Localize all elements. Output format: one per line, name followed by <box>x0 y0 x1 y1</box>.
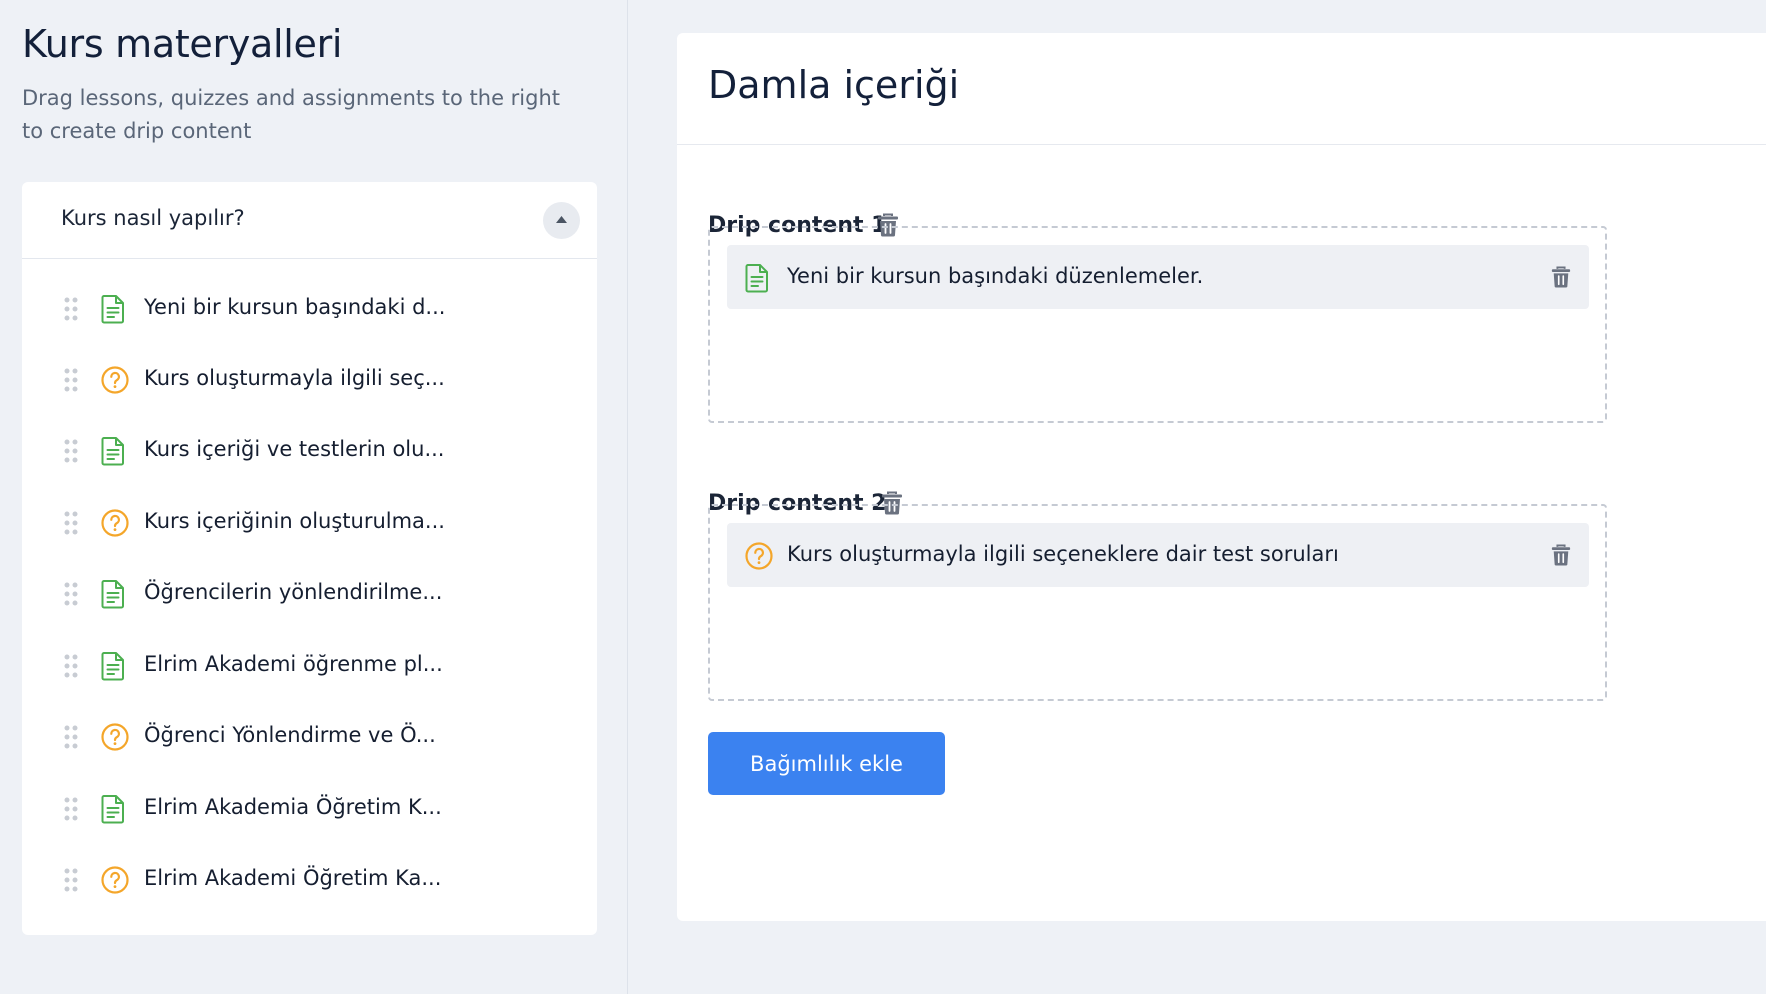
drag-handle-icon[interactable] <box>64 868 78 896</box>
trash-icon[interactable] <box>1551 266 1571 292</box>
collapse-button[interactable] <box>543 202 580 239</box>
lesson-label: Kurs oluşturmayla ilgili seç... <box>144 366 445 390</box>
document-icon <box>100 794 126 828</box>
list-item[interactable]: Elrim Akademi Öğretim Ka... <box>22 850 597 910</box>
question-circle-icon <box>100 722 130 756</box>
lesson-label: Elrim Akademi öğrenme pl... <box>144 652 443 676</box>
panel-title: Kurs materyalleri <box>22 22 343 66</box>
drip-dropzone[interactable]: Kurs oluşturmayla ilgili seçeneklere dai… <box>708 504 1607 701</box>
document-icon <box>100 579 126 613</box>
add-dependency-button[interactable]: Bağımlılık ekle <box>708 732 945 795</box>
question-circle-icon <box>100 508 130 542</box>
drag-handle-icon[interactable] <box>64 725 78 753</box>
list-item[interactable]: Kurs içeriği ve testlerin olu... <box>22 421 597 481</box>
list-item[interactable]: Yeni bir kursun başındaki d... <box>22 279 597 339</box>
course-materials-panel: Kurs materyalleri Drag lessons, quizzes … <box>0 0 628 994</box>
drip-content-panel: Damla içeriği Drip content 1 Yeni bir ku… <box>677 33 1766 921</box>
list-item[interactable]: Öğrencilerin yönlendirilme... <box>22 564 597 624</box>
page-title: Damla içeriği <box>708 63 960 107</box>
question-circle-icon <box>100 865 130 899</box>
list-item[interactable]: Elrim Akademia Öğretim K... <box>22 779 597 839</box>
drag-handle-icon[interactable] <box>64 297 78 325</box>
drip-item[interactable]: Kurs oluşturmayla ilgili seçeneklere dai… <box>727 523 1589 587</box>
document-icon <box>100 294 126 328</box>
section-header[interactable]: Kurs nasıl yapılır? <box>22 182 597 259</box>
list-item[interactable]: Kurs oluşturmayla ilgili seç... <box>22 350 597 410</box>
course-section: Kurs nasıl yapılır? Yeni bir kursun başı… <box>22 182 597 935</box>
drip-item-label: Yeni bir kursun başındaki düzenlemeler. <box>787 264 1204 288</box>
lesson-label: Elrim Akademi Öğretim Ka... <box>144 866 442 890</box>
drag-handle-icon[interactable] <box>64 797 78 825</box>
drag-handle-icon[interactable] <box>64 654 78 682</box>
trash-icon[interactable] <box>1551 544 1571 570</box>
document-icon <box>100 651 126 685</box>
lesson-label: Kurs içeriği ve testlerin olu... <box>144 437 445 461</box>
drag-handle-icon[interactable] <box>64 582 78 610</box>
lesson-label: Elrim Akademia Öğretim K... <box>144 795 442 819</box>
chevron-up-icon <box>556 216 567 223</box>
drag-handle-icon[interactable] <box>64 368 78 396</box>
document-icon <box>744 263 770 297</box>
drag-handle-icon[interactable] <box>64 511 78 539</box>
drag-handle-icon[interactable] <box>64 439 78 467</box>
lesson-label: Yeni bir kursun başındaki d... <box>144 295 446 319</box>
section-title: Kurs nasıl yapılır? <box>61 206 245 230</box>
lesson-label: Öğrencilerin yönlendirilme... <box>144 580 443 604</box>
document-icon <box>100 436 126 470</box>
list-item[interactable]: Öğrenci Yönlendirme ve Ö... <box>22 707 597 767</box>
drip-header: Damla içeriği <box>677 33 1766 145</box>
lesson-label: Kurs içeriğinin oluşturulma... <box>144 509 445 533</box>
list-item[interactable]: Elrim Akademi öğrenme pl... <box>22 636 597 696</box>
list-item[interactable]: Kurs içeriğinin oluşturulma... <box>22 493 597 553</box>
question-circle-icon <box>744 541 774 575</box>
drip-dropzone[interactable]: Yeni bir kursun başındaki düzenlemeler. <box>708 226 1607 423</box>
panel-subtitle: Drag lessons, quizzes and assignments to… <box>22 86 561 143</box>
drip-item[interactable]: Yeni bir kursun başındaki düzenlemeler. <box>727 245 1589 309</box>
lesson-label: Öğrenci Yönlendirme ve Ö... <box>144 723 436 747</box>
question-circle-icon <box>100 365 130 399</box>
drip-item-label: Kurs oluşturmayla ilgili seçeneklere dai… <box>787 542 1339 566</box>
